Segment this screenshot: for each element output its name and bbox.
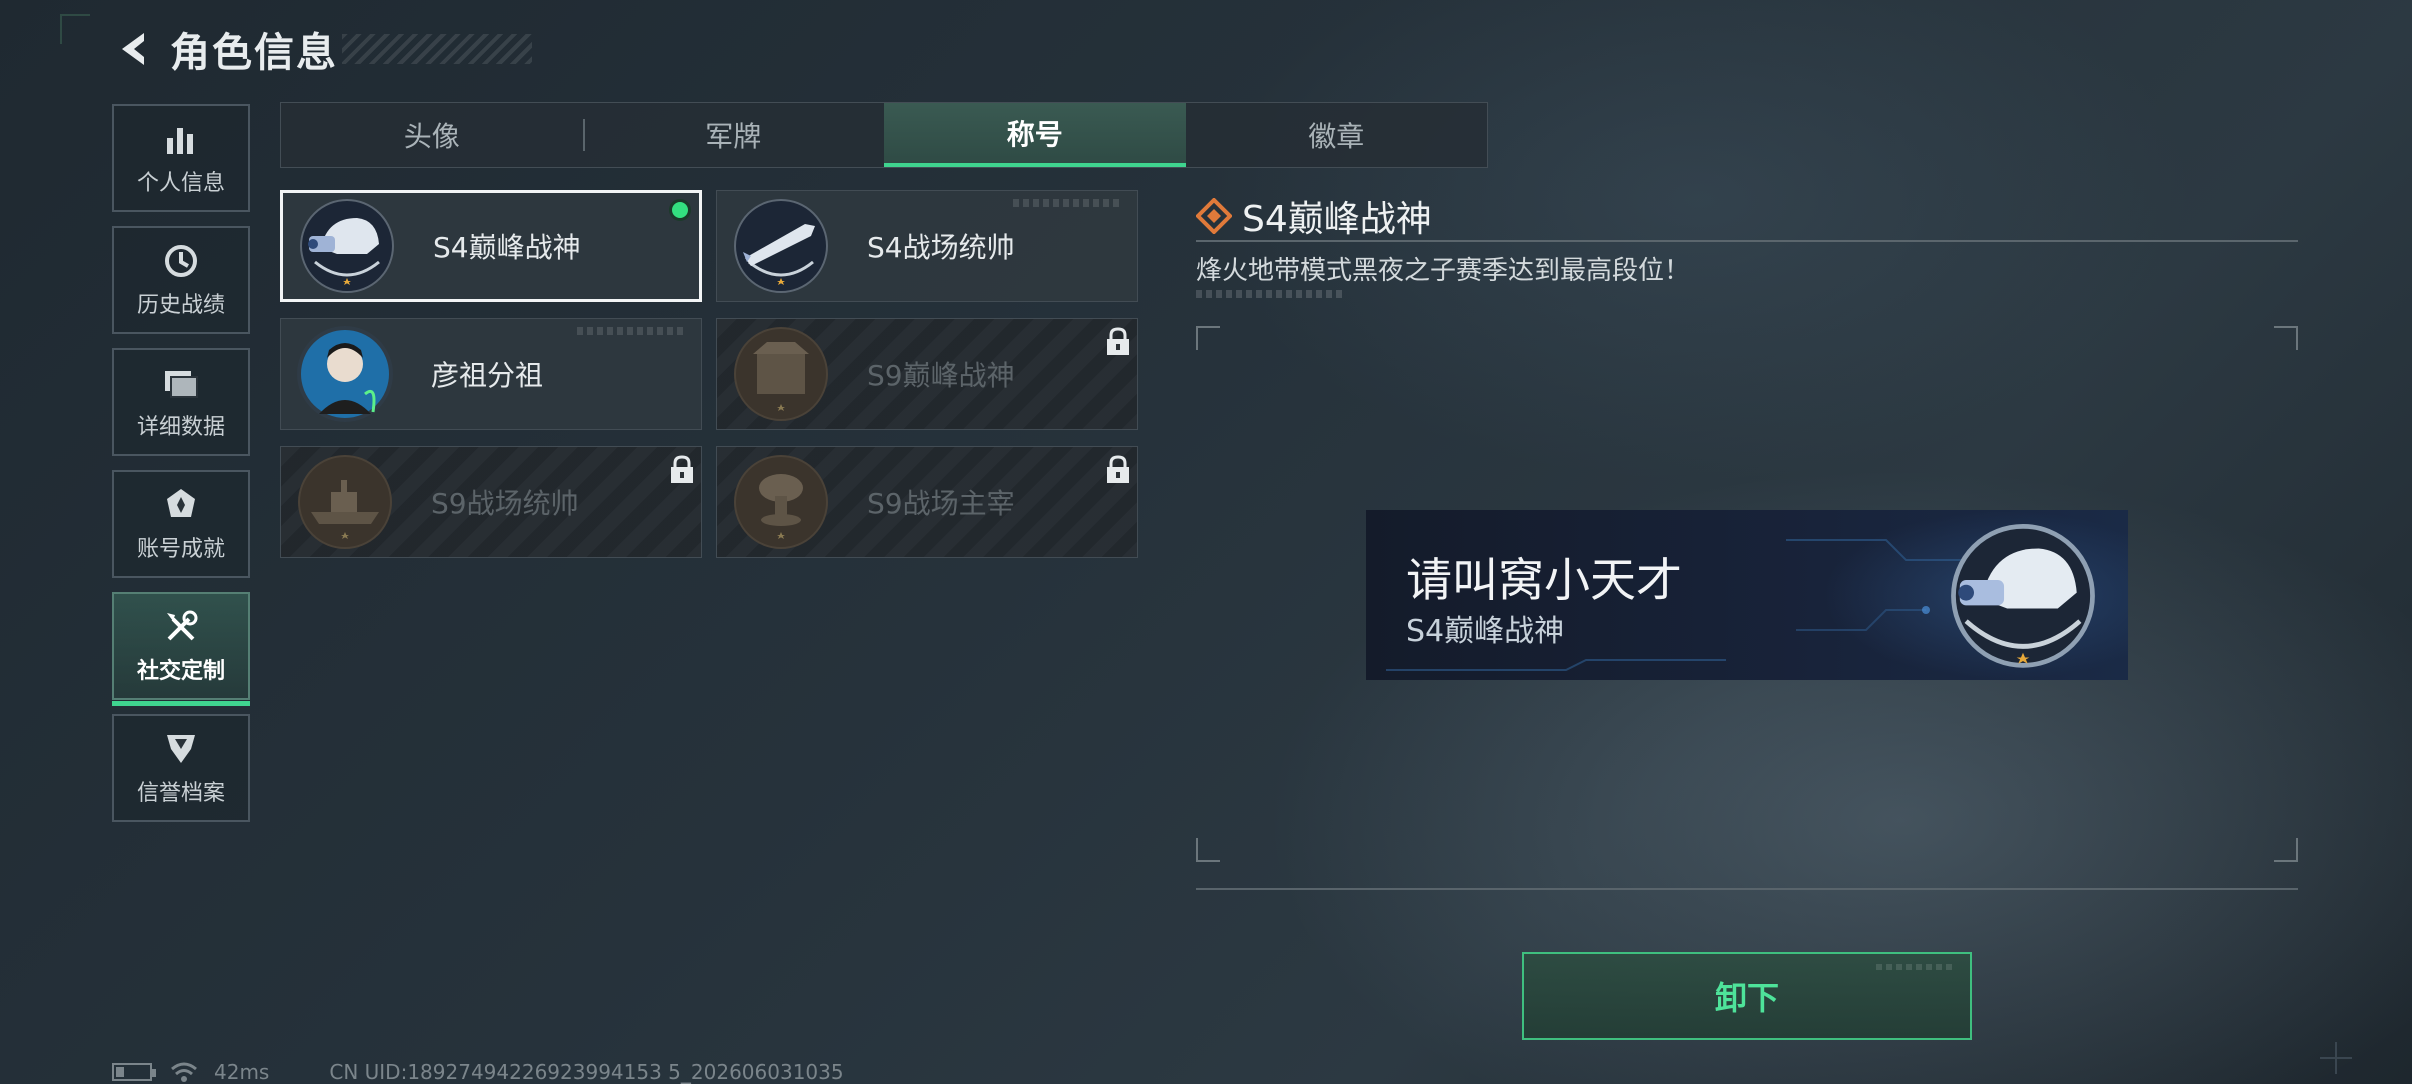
tools-icon (161, 607, 201, 647)
uid-readout: CN UID:18927494226923994153 5_2026060310… (329, 1060, 844, 1084)
card-decoration (577, 327, 687, 335)
lock-icon (671, 455, 693, 483)
ping-readout: 42ms (214, 1060, 270, 1084)
page-header: 角色信息 (112, 20, 532, 78)
crosshair-decoration (2320, 1042, 2352, 1074)
fortress-emblem-icon (729, 322, 833, 426)
equipped-indicator (669, 199, 691, 221)
detail-bottom-divider (1196, 888, 2298, 890)
sidebar-item-reputation[interactable]: 信誉档案 (112, 714, 250, 822)
frame-corner (2274, 838, 2298, 862)
title-card-name: S9巅峰战神 (867, 359, 1015, 392)
helmet-emblem-icon (295, 194, 399, 298)
battery-icon (112, 1063, 156, 1081)
title-card-s9-peak[interactable]: S9巅峰战神 (716, 318, 1138, 430)
wifi-icon (171, 1062, 197, 1082)
title-decoration (342, 34, 532, 64)
folder-icon (161, 363, 201, 403)
page-title: 角色信息 (170, 30, 338, 76)
sidebar-item-social-custom[interactable]: 社交定制 (112, 592, 250, 706)
tab-avatar[interactable]: 头像 (281, 103, 583, 167)
back-arrow-icon (122, 33, 144, 65)
frame-corner (1196, 326, 1220, 350)
frame-corner (1196, 838, 1220, 862)
preview-player-name: 请叫窝小天才 (1406, 553, 1682, 607)
lock-icon (1107, 455, 1129, 483)
unequip-button-label: 卸下 (1714, 979, 1779, 1017)
warship-emblem-icon (293, 450, 397, 554)
title-card-yanzu[interactable]: 彦祖分祖 (280, 318, 702, 430)
title-card-name: 彦祖分祖 (431, 359, 544, 392)
title-card-s4-commander[interactable]: S4战场统帅 (716, 190, 1138, 302)
sidebar-item-label: 个人信息 (136, 171, 225, 196)
achievement-icon (161, 485, 201, 525)
tab-title[interactable]: 称号 (884, 103, 1186, 167)
detail-header: S4巅峰战神 (1196, 190, 1432, 242)
title-card-s9-dominator[interactable]: S9战场主宰 (716, 446, 1138, 558)
corner-decoration (60, 14, 90, 44)
tab-dog-tag[interactable]: 军牌 (582, 103, 885, 167)
bar-chart-icon (161, 119, 201, 159)
title-card-s9-commander[interactable]: S9战场统帅 (280, 446, 702, 558)
status-bar: 42ms CN UID:18927494226923994153 5_20260… (112, 1060, 844, 1084)
shield-emblem-icon (161, 729, 201, 769)
title-card-name: S9战场主宰 (867, 487, 1015, 520)
sidebar-item-achievements[interactable]: 账号成就 (112, 470, 250, 578)
title-preview-banner: 请叫窝小天才 S4巅峰战神 (1366, 510, 2128, 680)
sidebar-item-personal-info[interactable]: 个人信息 (112, 104, 250, 212)
sidebar-item-label: 信誉档案 (136, 781, 225, 806)
preview-title: S4巅峰战神 (1406, 614, 1565, 649)
tab-badge[interactable]: 徽章 (1186, 103, 1488, 167)
back-button[interactable] (112, 27, 156, 71)
sidebar-item-label: 历史战绩 (136, 293, 225, 318)
missile-emblem-icon (729, 194, 833, 298)
sidebar-item-history[interactable]: 历史战绩 (112, 226, 250, 334)
title-card-name: S4战场统帅 (867, 231, 1015, 264)
card-decoration (1013, 199, 1123, 207)
title-card-s4-peak[interactable]: S4巅峰战神 (280, 190, 702, 302)
unequip-button[interactable]: 卸下 (1522, 952, 1972, 1040)
portrait-emblem-icon (293, 322, 397, 426)
frame-corner (2274, 326, 2298, 350)
sidebar-item-detailed-data[interactable]: 详细数据 (112, 348, 250, 456)
history-clock-icon (161, 241, 201, 281)
detail-divider (1196, 240, 2298, 242)
sidebar-item-label: 社交定制 (136, 659, 225, 684)
title-card-name: S9战场统帅 (431, 487, 579, 520)
detail-description: 烽火地带模式黑夜之子赛季达到最高段位！ (1196, 256, 1691, 286)
lock-icon (1107, 327, 1129, 355)
diamond-title-icon (1196, 198, 1232, 234)
title-card-name: S4巅峰战神 (433, 231, 581, 264)
mushroom-cloud-emblem-icon (729, 450, 833, 554)
tab-bar: 头像 军牌 称号 徽章 (280, 102, 1488, 168)
sidebar-item-label: 账号成就 (136, 537, 225, 562)
detail-title: S4巅峰战神 (1242, 199, 1432, 240)
sidebar-item-label: 详细数据 (136, 415, 225, 440)
description-decoration (1196, 290, 1346, 298)
button-decoration (1876, 964, 1956, 970)
helmet-emblem-icon (1951, 523, 2095, 668)
